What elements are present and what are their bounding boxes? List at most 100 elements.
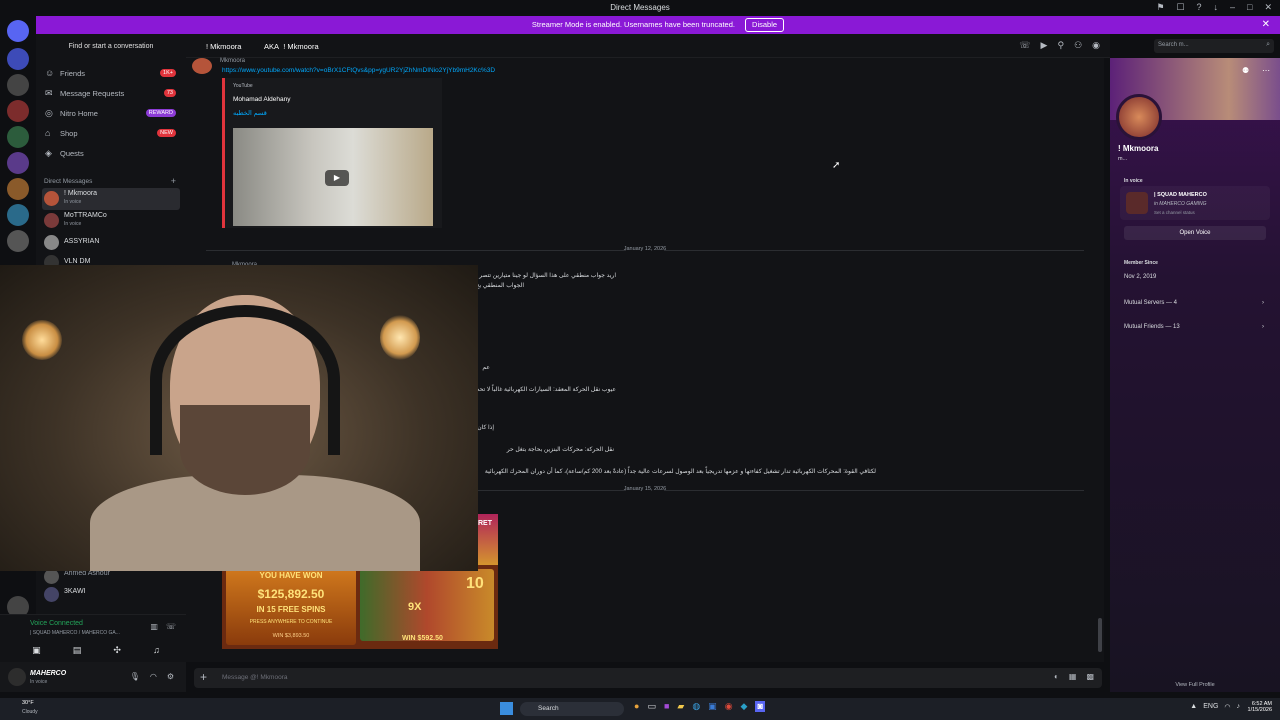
user-avatar[interactable] (8, 668, 26, 686)
tray-icon[interactable]: ▲ (1190, 703, 1197, 711)
voice-connected-label: Voice Connected (30, 620, 83, 627)
dm-item[interactable]: ASSYRIAN (42, 232, 180, 254)
nav-label: Friends (60, 69, 86, 78)
multiplier-nine: 9X (408, 601, 422, 613)
nav-quests[interactable]: ◈ Quests (42, 146, 180, 162)
windows-start-icon[interactable] (500, 702, 513, 715)
chrome-icon[interactable]: ◉ (725, 701, 733, 712)
voice-card[interactable]: | SQUAD MAHERCO in MAHERCO GAMING Set a … (1120, 186, 1270, 220)
message-composer[interactable]: + Message @! Mkmoora ◐ ▦ ▩ (194, 668, 1102, 688)
taskbar-app-icon[interactable]: ▣ (708, 701, 717, 712)
gif-icon[interactable]: ◐ (1054, 672, 1059, 681)
play-icon[interactable]: ▶ (325, 170, 349, 186)
pinned-messages-icon[interactable]: ⚲ (1057, 40, 1064, 51)
search-input[interactable]: Search m... ⌕ (1154, 39, 1274, 53)
call-icon[interactable]: ☏ (1019, 40, 1030, 51)
open-voice-button[interactable]: Open Voice (1124, 226, 1266, 240)
signal-icon[interactable]: ▥ (150, 622, 158, 631)
server-icon[interactable] (7, 178, 29, 200)
server-icon[interactable] (7, 152, 29, 174)
server-icon[interactable] (7, 204, 29, 226)
headphones-icon[interactable]: ◠ (150, 672, 157, 681)
add-friends-icon[interactable]: ⚇ (1074, 40, 1082, 51)
discord-home-icon[interactable] (7, 20, 29, 42)
nav-friends[interactable]: ☺ Friends 1K+ (42, 66, 180, 82)
message-link[interactable]: https://www.youtube.com/watch?v=oBrX1CFt… (222, 67, 495, 74)
mutual-friends-row[interactable]: Mutual Friends — 13 › (1124, 324, 1266, 330)
activities-icon[interactable]: ✣ (113, 645, 121, 656)
message-author[interactable]: Mkmoora (220, 58, 245, 64)
server-icon[interactable] (7, 100, 29, 122)
minimize-button[interactable]: – (1230, 2, 1235, 13)
mutual-servers-row[interactable]: Mutual Servers — 4 › (1124, 300, 1266, 306)
camera-icon[interactable]: ▣ (32, 645, 41, 656)
screen-share-icon[interactable]: ▤ (73, 645, 82, 656)
edge-icon[interactable]: ◍ (692, 701, 700, 712)
volume-icon[interactable]: ♪ (1237, 703, 1241, 711)
taskbar-app-icon[interactable]: ◆ (741, 701, 748, 712)
close-banner-icon[interactable]: ✕ (1262, 16, 1270, 34)
dm-name: ASSYRIAN (64, 238, 100, 245)
embed-author[interactable]: Mohamad Aldehany (233, 96, 290, 103)
tray-lang[interactable]: ENG (1203, 703, 1218, 711)
soundboard-icon[interactable]: ♫ (153, 645, 160, 656)
disable-streamer-mode-button[interactable]: Disable (745, 18, 785, 32)
scrollbar-thumb[interactable] (1098, 618, 1102, 652)
taskbar-search[interactable]: Search (520, 702, 624, 716)
profile-name: ! Mkmoora (1118, 144, 1159, 153)
profile-avatar[interactable] (1116, 94, 1162, 140)
maximize-button[interactable]: □ (1247, 2, 1252, 13)
more-options-icon[interactable]: ⋯ (1262, 66, 1270, 75)
embed-title[interactable]: قسم الخطبه (233, 109, 267, 117)
pin-icon[interactable]: ⚑ (1156, 2, 1164, 13)
channel-status[interactable]: Set a channel status (1154, 210, 1195, 215)
server-icon[interactable] (7, 126, 29, 148)
chevron-right-icon: › (1262, 324, 1264, 330)
member-since-label: Member Since (1124, 260, 1158, 266)
sticker-icon[interactable]: ▦ (1069, 672, 1077, 681)
webcam-overlay (0, 265, 478, 571)
close-window-button[interactable]: ✕ (1264, 2, 1272, 13)
dm-item[interactable]: ! Mkmoora In voice (42, 188, 180, 210)
disconnect-icon[interactable]: ☏ (166, 622, 176, 631)
video-thumbnail[interactable]: ▶ (233, 128, 433, 226)
server-icon[interactable] (7, 74, 29, 96)
settings-gear-icon[interactable]: ⚙ (167, 672, 174, 681)
dm-item[interactable]: 3KAWI (42, 584, 180, 606)
wifi-icon[interactable]: ◠ (1224, 703, 1230, 711)
apps-icon[interactable]: ▩ (1086, 672, 1094, 681)
dm-status: In voice (64, 199, 82, 205)
find-conversation-button[interactable]: Find or start a conversation (42, 40, 180, 54)
nav-shop[interactable]: ⌂ Shop NEW (42, 126, 180, 142)
slot-image-fragment[interactable]: RET (476, 514, 498, 570)
weather-temp[interactable]: 30°F (22, 700, 34, 706)
avatar (44, 213, 59, 228)
nav-nitro-home[interactable]: ◎ Nitro Home REWARD (42, 106, 180, 122)
voice-server-label[interactable]: | SQUAD MAHERCO / MAHERCO GA... (30, 630, 120, 636)
view-full-profile-link[interactable]: View Full Profile (1110, 682, 1280, 688)
download-icon[interactable]: ↓ (1214, 2, 1219, 13)
attach-plus-icon[interactable]: + (200, 670, 207, 684)
dm-name: Ahmed Ashour (64, 570, 110, 577)
discord-taskbar-icon[interactable]: ◙ (755, 701, 765, 712)
dm-item[interactable]: MoTTRAMCo In voice (42, 210, 180, 232)
video-call-icon[interactable]: ▶ (1041, 40, 1048, 51)
create-dm-icon[interactable]: + (171, 176, 176, 186)
avatar (44, 587, 59, 602)
avatar[interactable] (192, 58, 212, 74)
slot-win-image[interactable]: YOU HAVE WON $125,892.50 IN 15 FREE SPIN… (222, 565, 498, 649)
nav-message-requests[interactable]: ✉ Message Requests 73 (42, 86, 180, 102)
taskbar-clock[interactable]: 6:52 AM 1/15/2026 (1248, 701, 1272, 713)
server-icon[interactable] (7, 230, 29, 252)
file-explorer-icon[interactable]: ▰ (677, 701, 684, 712)
taskbar-app-icon[interactable]: ● (634, 701, 639, 712)
taskbar-app-icon[interactable]: ■ (664, 701, 669, 712)
search-placeholder: Search m... (1158, 42, 1189, 48)
microphone-icon[interactable]: 🎙︎ (130, 672, 140, 681)
server-icon[interactable] (7, 48, 29, 70)
user-profile-icon[interactable]: ◉ (1092, 40, 1100, 51)
help-icon[interactable]: ? (1196, 2, 1201, 13)
add-friend-icon[interactable]: ⚉ (1242, 66, 1249, 75)
task-view-icon[interactable]: ▭ (647, 701, 656, 712)
inbox-icon[interactable]: ☐ (1176, 2, 1184, 13)
